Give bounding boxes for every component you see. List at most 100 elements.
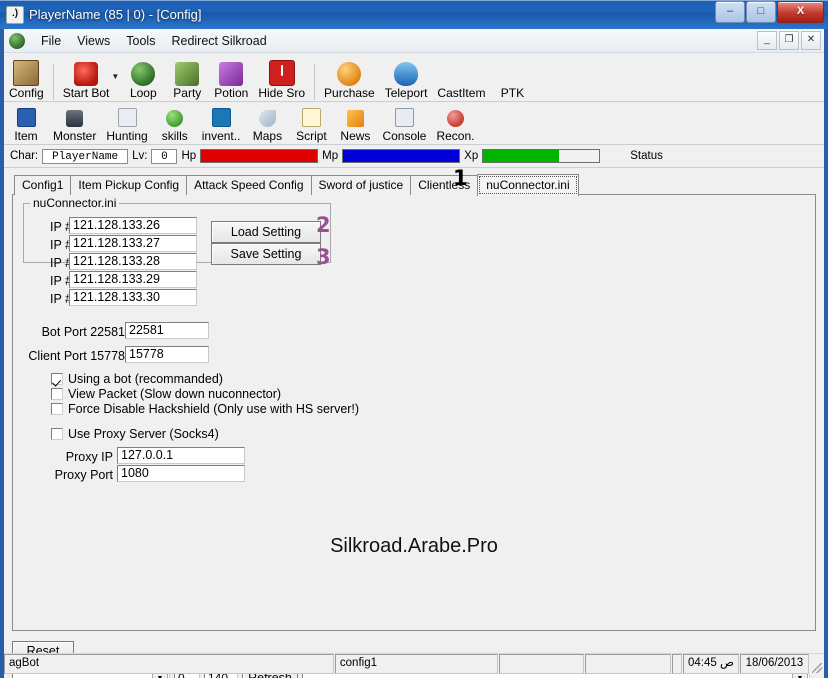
load-setting-button[interactable]: Load Setting (211, 221, 321, 243)
tab-config1[interactable]: Config1 (14, 175, 72, 195)
level-field[interactable]: 0 (151, 148, 178, 164)
mdi-close-button[interactable]: ✕ (801, 31, 821, 50)
client-port-input[interactable] (125, 346, 209, 363)
groupbox-title: nuConnector.ini (30, 196, 120, 210)
menu-item-views[interactable]: Views (69, 32, 118, 50)
toolbar-button-ptk[interactable]: PTK (490, 87, 534, 100)
ip1-input[interactable] (69, 217, 197, 234)
checkbox-view-packet[interactable]: View Packet (Slow down nuconnector) (51, 387, 281, 401)
app-icon: .) (6, 5, 24, 24)
toolbar-label: Hide Sro (258, 86, 306, 100)
checkbox-box[interactable] (51, 403, 63, 415)
ip4-input[interactable] (69, 271, 197, 288)
hp-bar (200, 149, 319, 163)
toolbar-button-news[interactable]: News (333, 110, 377, 143)
toolbar-button-inventory[interactable]: invent.. (197, 108, 246, 143)
toolbar-button-script[interactable]: Script (289, 108, 333, 143)
window-controls: – □ X (715, 1, 824, 23)
toolbar-button-potion[interactable]: Potion (209, 62, 253, 100)
checkbox-using-a-bot[interactable]: Using a bot (recommanded) (51, 372, 223, 386)
checkbox-box[interactable] (51, 373, 63, 385)
annotation-3: 3 (316, 245, 331, 269)
potion-icon (219, 62, 244, 86)
toolbar-label: Teleport (384, 86, 428, 100)
toolbar-label: skills (161, 129, 188, 143)
toolbar-button-maps[interactable]: Maps (245, 110, 289, 143)
proxy-port-label: Proxy Port (54, 468, 113, 482)
toolbar-label: Maps (252, 129, 283, 143)
toolbar-label: invent.. (201, 129, 241, 143)
toolbar-button-start-bot[interactable]: Start Bot (58, 62, 115, 100)
toolbar-separator (314, 64, 316, 100)
status-cell-time: 04:45 ص (682, 654, 740, 674)
window-titlebar: .) PlayerName (85 | 0) - [Config] – □ X (0, 0, 828, 29)
toolbar-button-cast-item[interactable]: CastItem (432, 87, 490, 100)
status-cell-config: config1 (334, 654, 498, 674)
checkbox-label: View Packet (Slow down nuconnector) (68, 387, 282, 401)
client-port-label: Client Port 15778 (28, 349, 125, 363)
menu-item-tools[interactable]: Tools (118, 32, 163, 50)
config-icon (13, 60, 40, 86)
hp-label: Hp (181, 150, 197, 162)
save-setting-button[interactable]: Save Setting (211, 243, 321, 265)
resize-grip-icon[interactable] (810, 654, 823, 674)
tab-panel-nuconnector: nuConnector.ini IP #1 IP #2 IP #3 IP #4 … (12, 194, 816, 631)
checkbox-use-proxy-server[interactable]: Use Proxy Server (Socks4) (51, 427, 219, 441)
minimize-button[interactable]: – (715, 1, 745, 23)
mdi-child-window: File Views Tools Redirect Silkroad _ ❐ ✕… (4, 29, 824, 678)
toolbar-label: Console (382, 129, 427, 143)
ip2-input[interactable] (69, 235, 197, 252)
toolbar-label: Potion (214, 86, 249, 100)
tab-strip: Config1 Item Pickup Config Attack Speed … (14, 174, 816, 196)
toolbar-button-party[interactable]: Party (165, 62, 209, 100)
maps-icon (258, 110, 276, 127)
toolbar-button-item[interactable]: Item (4, 108, 48, 143)
toolbar-label: Purchase (324, 86, 375, 100)
proxy-port-input[interactable] (117, 465, 245, 482)
maximize-button[interactable]: □ (746, 1, 776, 23)
bot-port-label: Bot Port 22581 (41, 325, 125, 339)
chevron-down-icon[interactable]: ▼ (111, 72, 119, 85)
toolbar-button-recon[interactable]: Recon. (431, 110, 479, 143)
toolbar-button-hunting[interactable]: Hunting (101, 108, 152, 143)
toolbar-label: Script (296, 129, 327, 143)
checkbox-force-disable-hackshield[interactable]: Force Disable Hackshield (Only use with … (51, 402, 359, 416)
menu-item-file[interactable]: File (33, 32, 69, 50)
close-button[interactable]: X (777, 1, 824, 23)
toolbar-button-config[interactable]: Config (4, 60, 49, 100)
bot-port-input[interactable] (125, 322, 209, 339)
char-name-field[interactable]: PlayerName (42, 148, 129, 164)
watermark-text: Silkroad.Arabe.Pro (330, 535, 498, 557)
tab-sword-of-justice[interactable]: Sword of justice (310, 175, 412, 195)
toolbar-button-loop[interactable]: Loop (121, 62, 165, 100)
checkbox-box[interactable] (51, 388, 63, 400)
toolbar-button-purchase[interactable]: Purchase (319, 62, 380, 100)
toolbar-button-teleport[interactable]: Teleport (380, 62, 433, 100)
mdi-minimize-button[interactable]: _ (757, 31, 777, 50)
loop-icon (131, 62, 156, 86)
ip5-input[interactable] (69, 289, 197, 306)
tab-attack-speed-config[interactable]: Attack Speed Config (186, 175, 312, 195)
status-cell-date: 18/06/2013 (740, 654, 809, 674)
tab-nuconnector-ini[interactable]: nuConnector.ini (477, 174, 579, 196)
ip3-input[interactable] (69, 253, 197, 270)
checkbox-box[interactable] (51, 428, 63, 440)
toolbar-button-console[interactable]: Console (377, 108, 431, 143)
status-cell-3 (498, 654, 585, 674)
toolbar-button-hide-sro[interactable]: Hide Sro (253, 60, 310, 100)
toolbar-button-monster[interactable]: Monster (48, 110, 101, 143)
toolbar-button-skills[interactable]: skills (153, 110, 197, 143)
toolbar-label: Hunting (106, 129, 148, 143)
tab-clientless[interactable]: Clientless (410, 175, 479, 195)
tab-item-pickup-config[interactable]: Item Pickup Config (70, 175, 188, 195)
mdi-restore-button[interactable]: ❐ (779, 31, 799, 50)
proxy-ip-input[interactable] (117, 447, 245, 464)
inventory-icon (211, 108, 231, 127)
window-title: PlayerName (85 | 0) - [Config] (29, 7, 202, 22)
status-cell-5 (671, 654, 682, 674)
skills-icon (166, 110, 184, 127)
toolbar-label: Item (14, 129, 38, 143)
menu-item-redirect-silkroad[interactable]: Redirect Silkroad (163, 32, 274, 50)
toolbar-label: Monster (53, 129, 97, 143)
toolbar-label: Party (173, 86, 202, 100)
